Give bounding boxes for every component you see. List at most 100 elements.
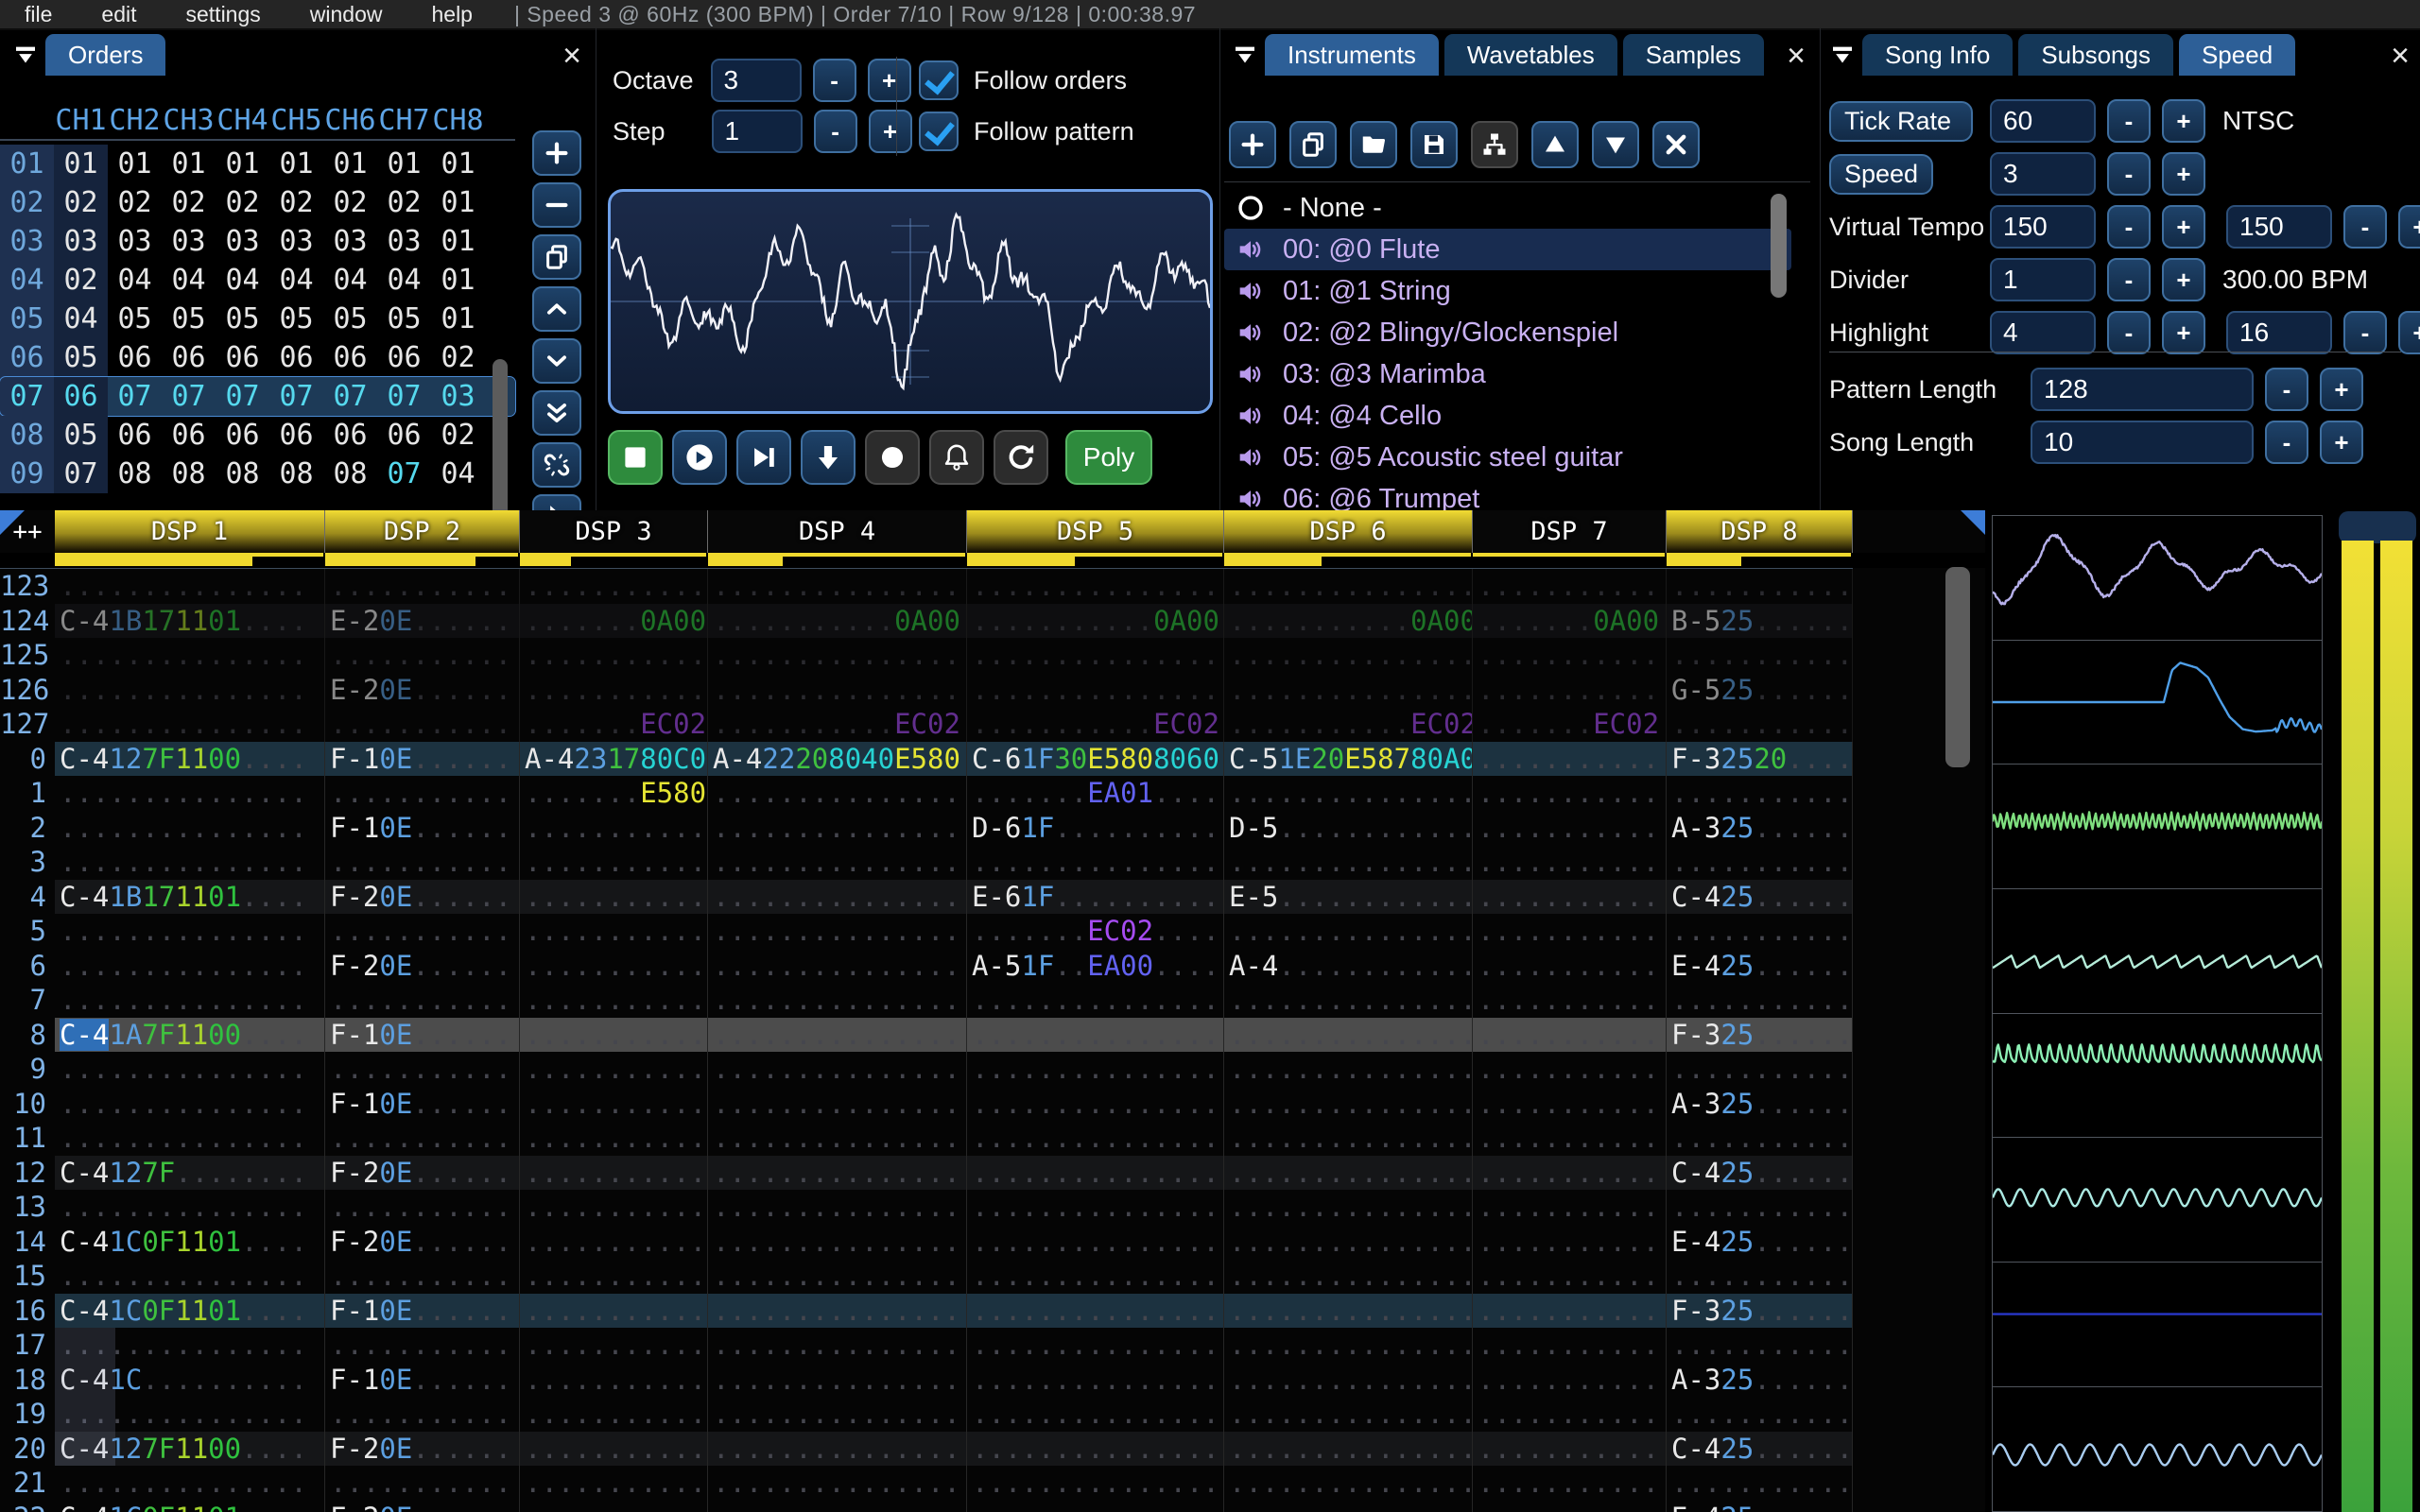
instrument-item-04[interactable]: 04: @4 Cello xyxy=(1224,395,1791,437)
pattern-row-20[interactable]: 20 C-4127F1100.... F-20E..................… xyxy=(0,1431,1985,1466)
virtual-tempo-den-increase-button[interactable]: + xyxy=(2398,205,2420,249)
channel-header-5[interactable]: DSP 5 xyxy=(967,510,1224,553)
virtual-tempo-denominator-input[interactable]: 150 xyxy=(2226,205,2332,249)
repeat-pattern-button[interactable] xyxy=(994,430,1048,485)
channel-header-3[interactable]: DSP 3 xyxy=(520,510,708,553)
tab-samples[interactable]: Samples xyxy=(1622,34,1764,76)
tick-rate-input[interactable]: 60 xyxy=(1990,99,2096,143)
highlight-second-increase-button[interactable]: + xyxy=(2398,311,2420,354)
delete-instrument-button[interactable] xyxy=(1652,121,1700,168)
pattern-row-17[interactable]: 17......................................… xyxy=(0,1328,1985,1363)
octave-decrease-button[interactable]: - xyxy=(812,59,856,102)
open-instrument-button[interactable] xyxy=(1350,121,1397,168)
play-button[interactable] xyxy=(672,430,727,485)
pattern-row-126[interactable]: 126............... E-20E.................… xyxy=(0,672,1985,707)
channel-header-7[interactable]: DSP 7 xyxy=(1473,510,1667,553)
metronome-button[interactable] xyxy=(929,430,984,485)
instrument-item-none[interactable]: - None - xyxy=(1224,187,1791,229)
duplicate-instrument-button[interactable] xyxy=(1289,121,1337,168)
orders-row-07[interactable]: 07 06 07 07 07 07 07 07 03 xyxy=(0,376,516,417)
virtual-tempo-den-decrease-button[interactable]: - xyxy=(2343,205,2387,249)
pattern-row-8[interactable]: 8 C-41A7F1100.... F-10E...................… xyxy=(0,1017,1985,1052)
highlight-first-input[interactable]: 4 xyxy=(1990,311,2096,354)
tab-subsongs[interactable]: Subsongs xyxy=(2018,34,2173,76)
pattern-length-decrease-button[interactable]: - xyxy=(2265,368,2308,411)
pattern-length-increase-button[interactable]: + xyxy=(2320,368,2363,411)
follow-orders-checkbox[interactable] xyxy=(919,60,959,100)
octave-input[interactable]: 3 xyxy=(710,59,802,102)
pattern-row-10[interactable]: 10............... F-10E..................… xyxy=(0,1086,1985,1121)
song-length-input[interactable]: 10 xyxy=(2031,421,2254,464)
step-input[interactable]: 1 xyxy=(711,110,803,153)
pattern-scrollbar[interactable] xyxy=(1945,567,1970,767)
pattern-row-2[interactable]: 2............... F-10E...................… xyxy=(0,810,1985,845)
pattern-row-15[interactable]: 15......................................… xyxy=(0,1259,1985,1294)
step-row-button[interactable] xyxy=(801,430,856,485)
pattern-editor[interactable]: ++ DSP 1 DSP 2 DSP 3 DSP 4 DSP 5 DSP 6 DSP 7 DS… xyxy=(0,510,1985,1512)
channel-header-2[interactable]: DSP 2 xyxy=(325,510,520,553)
pattern-row-4[interactable]: 4 C-41B171101.... F-20E...................… xyxy=(0,879,1985,914)
pattern-length-input[interactable]: 128 xyxy=(2031,368,2254,411)
move-instrument-down-button[interactable] xyxy=(1592,121,1639,168)
pattern-row-125[interactable]: 125.....................................… xyxy=(0,638,1985,673)
speed-input[interactable]: 3 xyxy=(1990,152,2096,196)
instrument-item-03[interactable]: 03: @3 Marimba xyxy=(1224,353,1791,395)
instrument-item-02[interactable]: 02: @2 Blingy/Glockenspiel xyxy=(1224,312,1791,353)
add-instrument-button[interactable] xyxy=(1229,121,1276,168)
close-instruments-icon[interactable]: × xyxy=(1776,36,1816,76)
pattern-row-22[interactable]: 22C-41C0F1101....F-20E..................… xyxy=(0,1500,1985,1512)
deep-clone-button[interactable] xyxy=(532,442,581,488)
menu-help[interactable]: help xyxy=(406,2,496,26)
divider-decrease-button[interactable]: - xyxy=(2107,258,2151,301)
instrument-item-00[interactable]: 00: @0 Flute xyxy=(1224,229,1791,270)
pattern-row-21[interactable]: 21......................................… xyxy=(0,1466,1985,1501)
pattern-row-7[interactable]: 7.......................................… xyxy=(0,983,1985,1018)
pattern-row-0[interactable]: 0 C-4127F1100.... F-10E...... A-4231780C0 A-… xyxy=(0,741,1985,776)
octave-increase-button[interactable]: + xyxy=(867,59,911,102)
orders-row-05[interactable]: 05 04 05 05 05 05 05 05 01 xyxy=(0,300,515,338)
orders-row-01[interactable]: 01 01 01 01 01 01 01 01 01 xyxy=(0,145,515,183)
pattern-row-13[interactable]: 13......................................… xyxy=(0,1190,1985,1225)
add-order-button[interactable] xyxy=(532,130,581,176)
menu-settings[interactable]: settings xyxy=(162,2,285,26)
divider-increase-button[interactable]: + xyxy=(2162,258,2205,301)
virtual-tempo-num-decrease-button[interactable]: - xyxy=(2107,205,2151,249)
window-menu-icon[interactable] xyxy=(1225,36,1265,76)
menu-edit[interactable]: edit xyxy=(77,2,161,26)
tab-instruments[interactable]: Instruments xyxy=(1265,34,1439,76)
orders-grid[interactable]: 00 CH1CH2CH3CH4CH5CH6CH7CH8 010101010101… xyxy=(0,104,516,493)
instrument-list[interactable]: - None -00: @0 Flute 01: @1 String 02: @2 … xyxy=(1224,187,1791,520)
highlight-second-decrease-button[interactable]: - xyxy=(2343,311,2387,354)
channel-header-1[interactable]: DSP 1 xyxy=(55,510,325,553)
move-order-up-button[interactable] xyxy=(532,286,581,332)
tab-speed[interactable]: Speed xyxy=(2178,34,2296,76)
close-orders-icon[interactable]: × xyxy=(552,36,592,76)
step-decrease-button[interactable]: - xyxy=(813,110,857,153)
record-button[interactable] xyxy=(865,430,920,485)
poly-mono-toggle-button[interactable]: Poly xyxy=(1065,430,1152,485)
orders-row-06[interactable]: 06 05 06 06 06 06 06 06 02 xyxy=(0,338,515,377)
menu-window[interactable]: window xyxy=(285,2,407,26)
remove-order-button[interactable] xyxy=(532,182,581,228)
song-length-increase-button[interactable]: + xyxy=(2320,421,2363,464)
song-length-decrease-button[interactable]: - xyxy=(2265,421,2308,464)
move-order-down-button[interactable] xyxy=(532,338,581,384)
pattern-row-18[interactable]: 18 C-41C.......... F-10E..................… xyxy=(0,1362,1985,1397)
channel-header-8[interactable]: DSP 8 xyxy=(1667,510,1853,553)
orders-row-02[interactable]: 02 02 02 02 02 02 02 02 01 xyxy=(0,183,515,222)
highlight-first-decrease-button[interactable]: - xyxy=(2107,311,2151,354)
toggle-folders-button[interactable] xyxy=(1471,121,1518,168)
instrument-item-05[interactable]: 05: @5 Acoustic steel guitar xyxy=(1224,437,1791,478)
follow-pattern-checkbox[interactable] xyxy=(919,112,959,151)
divider-input[interactable]: 1 xyxy=(1990,258,2096,301)
orders-row-04[interactable]: 04 02 04 04 04 04 04 04 01 xyxy=(0,261,515,300)
window-menu-icon[interactable] xyxy=(1823,36,1862,76)
pattern-row-14[interactable]: 14 C-41C0F1101.... F-20E..................… xyxy=(0,1224,1985,1259)
instrument-list-scrollbar[interactable] xyxy=(1771,194,1787,298)
speed-increase-button[interactable]: + xyxy=(2162,152,2205,196)
duplicate-order-button[interactable] xyxy=(532,234,581,280)
tick-rate-increase-button[interactable]: + xyxy=(2162,99,2205,143)
pattern-row-5[interactable]: 5.......................................… xyxy=(0,914,1985,949)
stop-button[interactable] xyxy=(608,430,663,485)
pattern-row-11[interactable]: 11......................................… xyxy=(0,1121,1985,1156)
